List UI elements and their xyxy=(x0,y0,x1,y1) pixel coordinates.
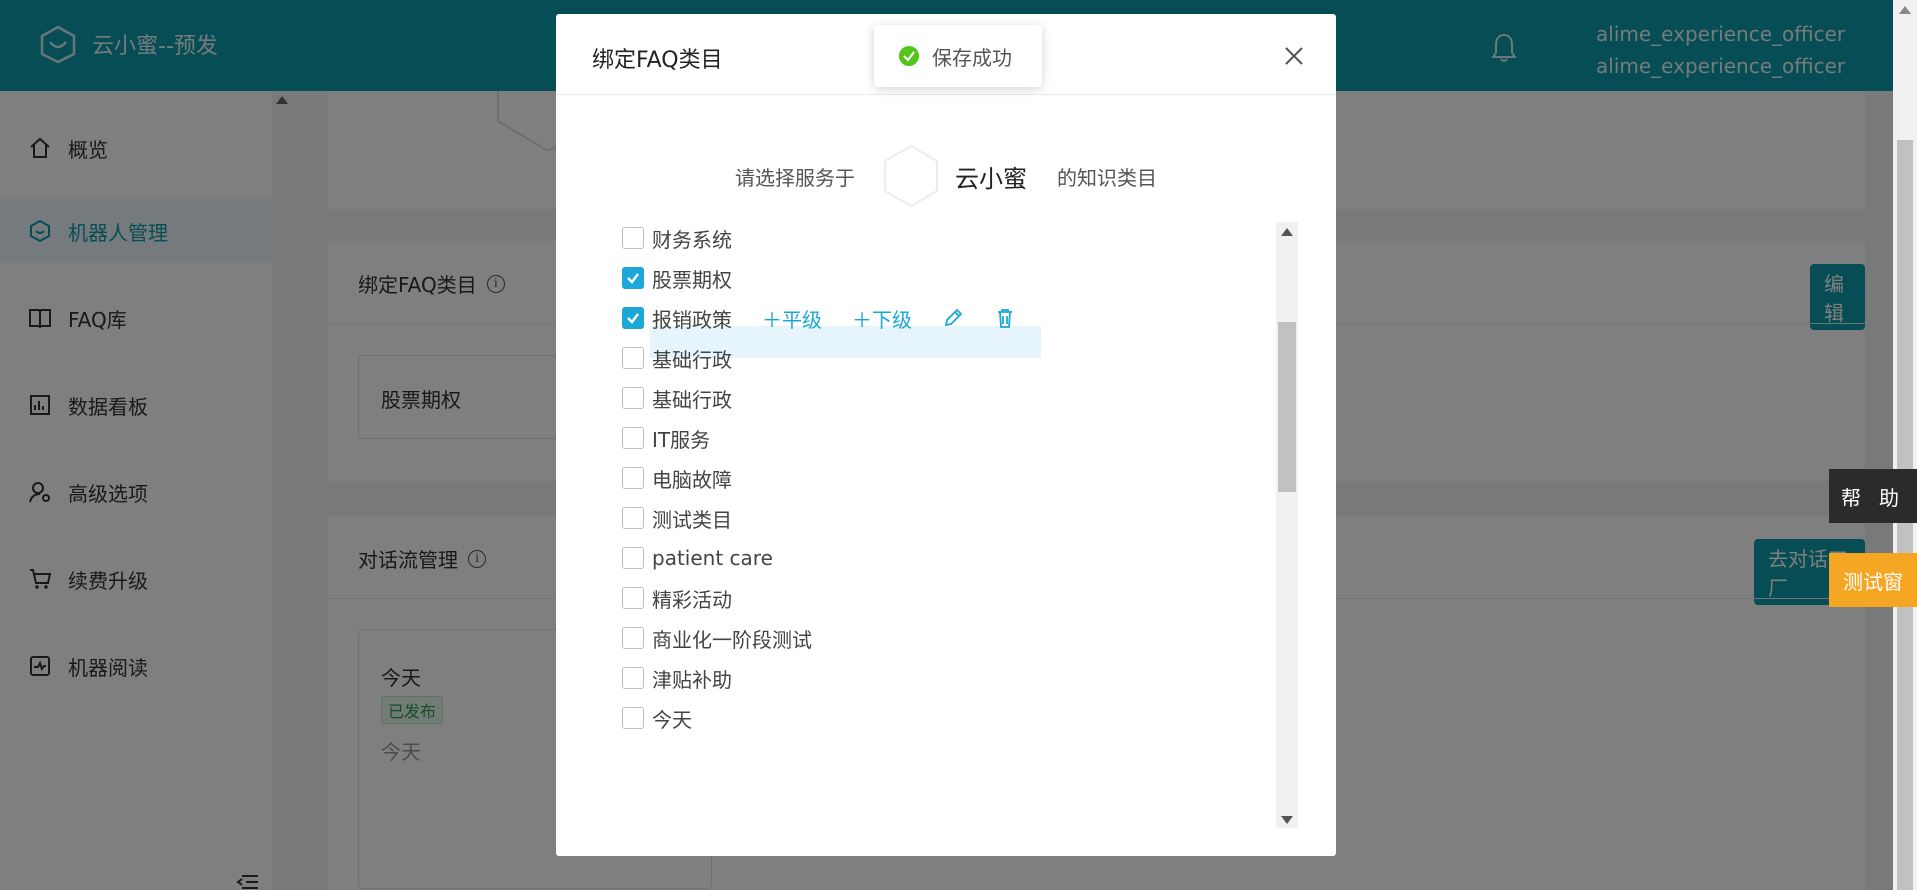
category-item[interactable]: IT服务 xyxy=(622,422,710,454)
checkbox[interactable] xyxy=(622,227,644,249)
checkbox[interactable] xyxy=(622,507,644,529)
pencil-icon[interactable] xyxy=(942,307,964,329)
scrollbar-thumb[interactable] xyxy=(1278,322,1296,492)
category-label: 基础行政 xyxy=(652,347,732,372)
scroll-down-arrow[interactable] xyxy=(1281,816,1293,824)
category-label: 测试类目 xyxy=(652,507,732,532)
bot-avatar-icon xyxy=(884,144,938,208)
category-tree: 财务系统 股票期权 报销政策 ＋平级 ＋下级 基础行政 基础行政 IT服务 电脑… xyxy=(622,222,1256,828)
checkbox[interactable] xyxy=(622,427,644,449)
category-item[interactable]: 商业化一阶段测试 xyxy=(622,622,812,654)
category-label: IT服务 xyxy=(652,427,711,452)
trash-icon[interactable] xyxy=(994,307,1016,329)
prompt-suffix: 的知识类目 xyxy=(1057,165,1157,190)
category-label: 报销政策 xyxy=(652,307,732,332)
category-item[interactable]: 基础行政 xyxy=(622,382,732,414)
category-item[interactable]: 基础行政 xyxy=(622,342,732,374)
checkbox[interactable] xyxy=(622,387,644,409)
check-icon xyxy=(627,273,639,284)
toast-message: 保存成功 xyxy=(932,45,1012,70)
check-circle-icon xyxy=(899,46,919,66)
check-icon xyxy=(627,313,639,324)
checkbox[interactable] xyxy=(622,467,644,489)
row-actions: ＋平级 ＋下级 xyxy=(762,304,1016,333)
checkbox-checked[interactable] xyxy=(622,267,644,289)
modal-title: 绑定FAQ类目 xyxy=(592,48,723,73)
category-label: 今天 xyxy=(652,707,692,732)
checkbox[interactable] xyxy=(622,547,644,569)
checkbox-checked[interactable] xyxy=(622,307,644,329)
checkbox[interactable] xyxy=(622,587,644,609)
category-item[interactable]: 电脑故障 xyxy=(622,462,732,494)
scroll-up-arrow[interactable] xyxy=(1281,228,1293,236)
category-item[interactable]: 测试类目 xyxy=(622,502,732,534)
bot-name: 云小蜜 xyxy=(955,164,1027,193)
page-scrollbar[interactable] xyxy=(1893,0,1917,890)
category-item[interactable]: 今天 xyxy=(622,702,692,734)
category-item[interactable]: patient care xyxy=(622,542,773,574)
category-list-scrollbar[interactable] xyxy=(1276,222,1298,828)
category-item[interactable]: 财务系统 xyxy=(622,222,732,254)
category-label: patient care xyxy=(652,546,773,570)
category-label: 财务系统 xyxy=(652,227,732,252)
category-label: 津贴补助 xyxy=(652,667,732,692)
category-item[interactable]: 津贴补助 xyxy=(622,662,732,694)
category-item-hovered[interactable]: 报销政策 ＋平级 ＋下级 xyxy=(622,302,1016,334)
bot-selection-prompt: 请选择服务于 云小蜜 的知识类目 xyxy=(556,144,1336,208)
checkbox[interactable] xyxy=(622,347,644,369)
add-child-button[interactable]: ＋下级 xyxy=(852,304,912,333)
success-toast: 保存成功 xyxy=(874,25,1042,87)
scroll-up-arrow[interactable] xyxy=(1899,6,1911,14)
bind-faq-modal: 绑定FAQ类目 请选择服务于 云小蜜 的知识类目 财务系统 股票期权 报销政策 … xyxy=(556,14,1336,856)
checkbox[interactable] xyxy=(622,707,644,729)
category-label: 电脑故障 xyxy=(652,467,732,492)
category-label: 精彩活动 xyxy=(652,587,732,612)
prompt-prefix: 请选择服务于 xyxy=(735,165,855,190)
help-button-floating[interactable]: 帮助 xyxy=(1829,469,1917,523)
close-icon[interactable] xyxy=(1282,44,1306,68)
category-label: 股票期权 xyxy=(652,267,732,292)
add-sibling-button[interactable]: ＋平级 xyxy=(762,304,822,333)
test-window-button-floating[interactable]: 测试窗 xyxy=(1829,553,1917,607)
category-label: 基础行政 xyxy=(652,387,732,412)
category-item[interactable]: 精彩活动 xyxy=(622,582,732,614)
category-item[interactable]: 股票期权 xyxy=(622,262,732,294)
category-label: 商业化一阶段测试 xyxy=(652,627,812,652)
checkbox[interactable] xyxy=(622,667,644,689)
checkbox[interactable] xyxy=(622,627,644,649)
